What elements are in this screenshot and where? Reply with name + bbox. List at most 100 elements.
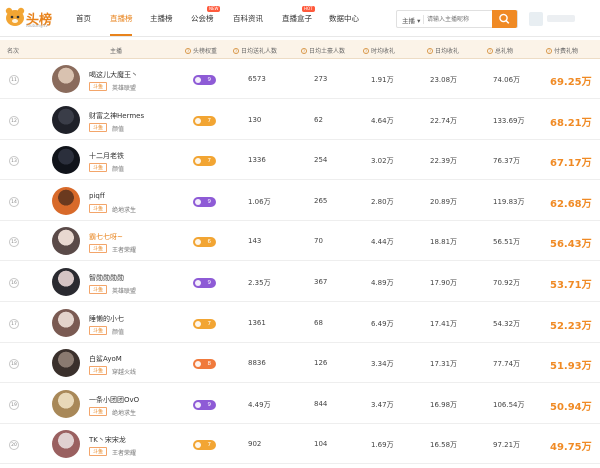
nav-home[interactable]: 首页 xyxy=(76,13,91,24)
bear-logo-icon xyxy=(5,7,25,26)
anchor-avatar[interactable] xyxy=(52,227,80,256)
category-label[interactable]: 颜值 xyxy=(112,124,124,133)
weight-icon xyxy=(195,280,201,286)
col-weight[interactable]: ? 头榜权重 xyxy=(185,46,217,55)
table-row[interactable]: 18 白鲨AyoM 斗鱼 穿越火线 8 8836 126 3.34万 17.31万 77.74万 5… xyxy=(0,344,600,384)
daily-rich-users: 273 xyxy=(314,75,328,83)
category-label[interactable]: 英雄联盟 xyxy=(112,286,136,295)
category-label[interactable]: 颜值 xyxy=(112,164,124,173)
weight-icon xyxy=(195,158,201,165)
col-total-gift[interactable]: ? 总礼物 xyxy=(487,46,513,55)
site-logo[interactable]: 头榜 toubang.tv xyxy=(4,6,56,32)
anchor-avatar[interactable] xyxy=(52,268,80,296)
platform-tag: 斗鱼 xyxy=(89,122,108,132)
category-label[interactable]: 穿越火线 xyxy=(112,367,136,376)
search-input[interactable] xyxy=(427,13,489,25)
anchor-avatar[interactable] xyxy=(52,349,80,378)
top-nav-bar: 头榜 toubang.tv 首页 直播榜 主播榜 公会榜 NEW 百科资讯 直播… xyxy=(0,0,600,37)
anchor-avatar[interactable] xyxy=(52,186,80,215)
weight-icon xyxy=(195,401,201,408)
category-label[interactable]: 绝地求生 xyxy=(112,205,136,214)
platform-tag: 斗鱼 xyxy=(89,244,108,254)
col-daily-gift[interactable]: ? 日均收礼 xyxy=(427,46,459,55)
anchor-avatar[interactable] xyxy=(52,105,80,134)
user-avatar[interactable] xyxy=(529,12,543,26)
nav-live-box[interactable]: 直播盒子 xyxy=(282,13,312,24)
hot-badge: HOT xyxy=(302,6,315,12)
daily-rich-users: 68 xyxy=(314,318,323,327)
daily-gift-users: 8836 xyxy=(248,359,266,368)
col-hourly-gift[interactable]: ? 时均收礼 xyxy=(363,46,395,55)
daily-rich-users: 254 xyxy=(314,156,328,165)
daily-gift-users: 1361 xyxy=(248,318,266,327)
paid-gift: 52.23万 xyxy=(550,320,592,332)
table-row[interactable]: 20 TK丶宋宋龙 斗鱼 王者荣耀 7 902 104 1.69万 16.58万 97.21万 49… xyxy=(0,425,600,465)
weight-icon xyxy=(195,77,201,83)
weight-badge: 9 xyxy=(193,196,216,207)
col-gift-users[interactable]: ? 日均送礼人数 xyxy=(233,46,277,55)
anchor-name[interactable]: piqff xyxy=(89,192,105,200)
category-label[interactable]: 英雄联盟 xyxy=(112,83,136,92)
daily-gift: 22.74万 xyxy=(430,116,458,125)
hourly-gift: 3.02万 xyxy=(371,157,394,166)
rank-number: 11 xyxy=(9,75,19,85)
rank-number: 20 xyxy=(9,440,19,451)
anchor-name[interactable]: TK丶宋宋龙 xyxy=(89,435,126,445)
anchor-avatar[interactable] xyxy=(52,146,80,175)
col-anchor: 主播 xyxy=(110,48,123,55)
anchor-name[interactable]: 睡懒的小七 xyxy=(89,314,124,324)
table-row[interactable]: 17 睡懒的小七 斗鱼 颜值 7 1361 68 6.49万 17.41万 54.32万 52.23… xyxy=(0,304,600,343)
nav-anchor-rank[interactable]: 主播榜 xyxy=(150,13,173,24)
col-paid-gift[interactable]: ? 付费礼物 xyxy=(546,46,578,55)
hourly-gift: 4.44万 xyxy=(371,238,394,247)
table-row[interactable]: 19 一条小团团OvO 斗鱼 绝地求生 9 4.49万 844 3.47万 16.98万 106.… xyxy=(0,385,600,424)
category-label[interactable]: 绝地求生 xyxy=(112,408,136,417)
anchor-name[interactable]: 白鲨AyoM xyxy=(89,354,122,364)
anchor-name[interactable]: 智勋勋勋勋 xyxy=(89,273,124,283)
weight-badge: 7 xyxy=(193,440,216,451)
table-row[interactable]: 14 piqff 斗鱼 绝地求生 9 1.06万 265 2.80万 20.89万 119.83万… xyxy=(0,182,600,221)
col-rich-users[interactable]: ? 日均土豪人数 xyxy=(301,46,345,55)
anchor-name[interactable]: 霸七七呀~ xyxy=(89,232,123,242)
category-label[interactable]: 王者荣耀 xyxy=(112,245,136,254)
anchor-name[interactable]: 喝这儿大魔王丶 xyxy=(89,70,138,80)
user-name-placeholder[interactable] xyxy=(547,15,575,22)
info-icon: ? xyxy=(301,47,307,54)
anchor-avatar[interactable] xyxy=(52,389,80,418)
table-row[interactable]: 16 智勋勋勋勋 斗鱼 英雄联盟 9 2.35万 367 4.89万 17.90万 70.92万 5… xyxy=(0,263,600,302)
paid-gift: 69.25万 xyxy=(550,77,592,88)
anchor-avatar[interactable] xyxy=(52,430,80,459)
anchor-name[interactable]: 十二月老铁 xyxy=(89,151,124,161)
nav-wiki[interactable]: 百科资讯 xyxy=(233,13,263,24)
platform-tag: 斗鱼 xyxy=(89,285,108,294)
search-button[interactable] xyxy=(492,10,517,28)
paid-gift: 56.43万 xyxy=(550,239,592,251)
daily-gift: 17.90万 xyxy=(430,279,458,287)
anchor-name[interactable]: 财富之神Hermes xyxy=(89,111,144,121)
hourly-gift: 1.91万 xyxy=(371,76,394,84)
paid-gift: 50.94万 xyxy=(550,401,592,413)
nav-live-rank[interactable]: 直播榜 xyxy=(110,13,133,24)
anchor-avatar[interactable] xyxy=(52,65,80,93)
anchor-name[interactable]: 一条小团团OvO xyxy=(89,395,139,405)
nav-data-center[interactable]: 数据中心 xyxy=(329,13,359,24)
category-label[interactable]: 颜值 xyxy=(112,327,124,336)
table-row[interactable]: 15 霸七七呀~ 斗鱼 王者荣耀 6 143 70 4.44万 18.81万 56.51万 56.4… xyxy=(0,222,600,262)
hourly-gift: 4.89万 xyxy=(371,279,394,287)
nav-guild-rank[interactable]: 公会榜 xyxy=(191,13,214,24)
daily-rich-users: 104 xyxy=(314,440,328,449)
search-divider xyxy=(423,15,424,24)
table-row[interactable]: 11 喝这儿大魔王丶 斗鱼 英雄联盟 9 6573 273 1.91万 23.08万 74.06万… xyxy=(0,60,600,99)
search-type-select[interactable]: 主播 ▾ xyxy=(402,15,420,25)
new-badge: NEW xyxy=(207,6,221,12)
info-icon: ? xyxy=(546,47,552,54)
table-row[interactable]: 12 财富之神Hermes 斗鱼 颜值 7 130 62 4.64万 22.74万 133.69万… xyxy=(0,101,600,140)
anchor-avatar[interactable] xyxy=(52,308,80,337)
table-row[interactable]: 13 十二月老铁 斗鱼 颜值 7 1336 254 3.02万 22.39万 76.37万 67.1… xyxy=(0,141,600,181)
hourly-gift: 6.49万 xyxy=(371,319,394,328)
platform-tag: 斗鱼 xyxy=(89,203,108,213)
category-label[interactable]: 王者荣耀 xyxy=(112,448,136,457)
total-gift: 74.06万 xyxy=(493,76,521,84)
daily-gift: 18.81万 xyxy=(430,238,458,247)
hourly-gift: 3.34万 xyxy=(371,360,394,369)
